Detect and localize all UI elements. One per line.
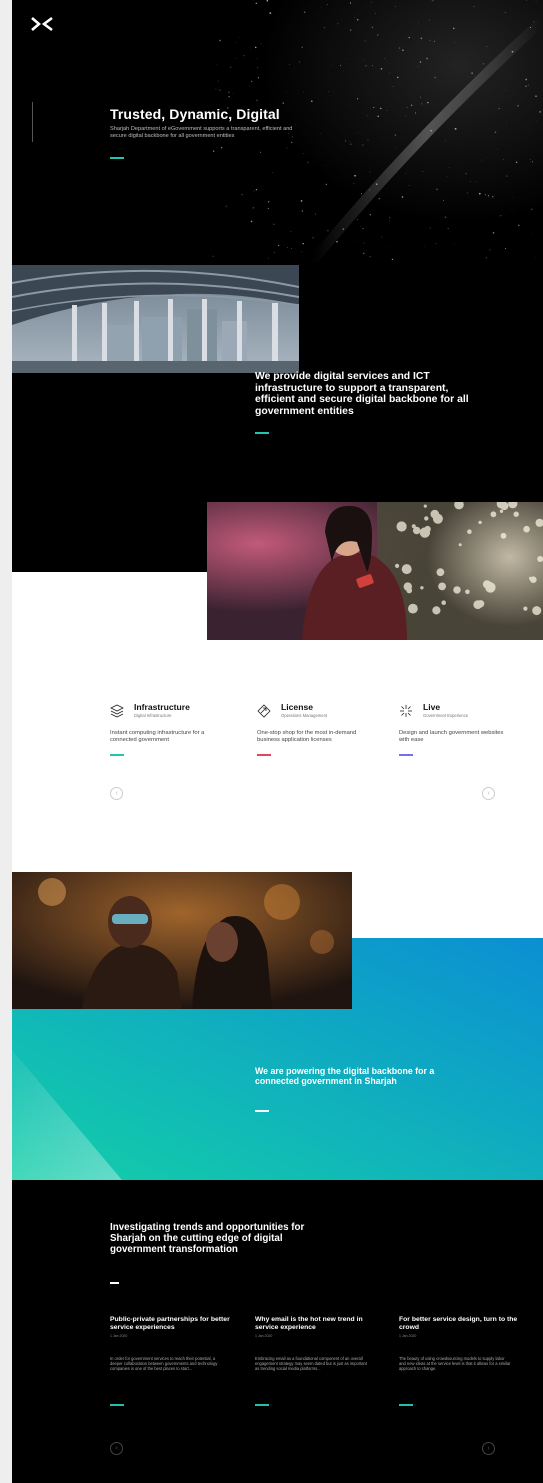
services-next-button[interactable]: › <box>482 787 495 800</box>
service-subtitle: Government Experience <box>423 713 469 718</box>
article-accent-bar <box>110 1404 124 1406</box>
trends-heading: Investigating trends and opportunities f… <box>110 1222 305 1255</box>
article-title[interactable]: Public-private partnerships for better s… <box>110 1316 235 1331</box>
trends-accent-bar <box>110 1282 119 1284</box>
about-statement: We provide digital services and ICT infr… <box>255 371 469 417</box>
hero-scroll-rule <box>32 102 33 142</box>
trends-prev-button[interactable]: ‹ <box>110 1442 123 1455</box>
article-card[interactable]: For better service design, turn to the c… <box>399 1316 524 1406</box>
service-accent-bar <box>110 754 124 756</box>
burst-icon <box>400 705 412 717</box>
people-with-vr-photo <box>12 872 352 1009</box>
article-excerpt: The beauty of using crowdsourcing models… <box>399 1356 511 1372</box>
service-description: One-stop shop for the most in-demand bus… <box>257 730 357 743</box>
hero-title: Trusted, Dynamic, Digital <box>110 106 280 122</box>
woman-with-phone-photo <box>207 502 543 640</box>
article-title[interactable]: For better service design, turn to the c… <box>399 1316 524 1331</box>
service-description: Design and launch government websites wi… <box>399 730 504 743</box>
mission-section: We are powering the digital backbone for… <box>12 870 543 1180</box>
service-title: Live <box>423 702 441 712</box>
mission-accent-bar <box>255 1110 269 1112</box>
layers-icon <box>110 704 124 718</box>
page: Trusted, Dynamic, Digital Sharjah Depart… <box>12 0 543 1483</box>
service-title: Infrastructure <box>134 702 190 712</box>
article-accent-bar <box>399 1404 413 1406</box>
article-card[interactable]: Public-private partnerships for better s… <box>110 1316 235 1406</box>
service-description: Instant computing infrastructure for a c… <box>110 730 205 743</box>
x-arrows-logo-icon[interactable] <box>31 16 53 32</box>
hero-subtitle: Sharjah Department of eGovernment suppor… <box>110 126 293 139</box>
trends-next-button[interactable]: › <box>482 1442 495 1455</box>
services-prev-button[interactable]: ‹ <box>110 787 123 800</box>
article-accent-bar <box>255 1404 269 1406</box>
service-title: License <box>281 702 314 712</box>
article-date: 1 Jan 2020 <box>110 1334 128 1339</box>
service-accent-bar <box>257 754 271 756</box>
chevron-right-icon: › <box>487 790 490 797</box>
chevron-left-icon: ‹ <box>115 790 118 797</box>
article-card[interactable]: Why email is the hot new trend in servic… <box>255 1316 380 1406</box>
article-title[interactable]: Why email is the hot new trend in servic… <box>255 1316 380 1331</box>
service-subtitle: Operations Management <box>281 713 328 718</box>
chevron-left-icon: ‹ <box>115 1445 118 1452</box>
mission-statement: We are powering the digital backbone for… <box>255 1066 435 1086</box>
building-interior-photo <box>12 265 299 373</box>
about-accent-bar <box>255 432 269 434</box>
diamond-arrows-icon <box>257 704 271 718</box>
article-date: 1 Jan 2020 <box>399 1334 417 1339</box>
hero-accent-bar <box>110 157 124 159</box>
service-subtitle: Digital Infrastructure <box>134 713 172 718</box>
article-excerpt: Embracing email as a foundational compon… <box>255 1356 367 1372</box>
hero-section: Trusted, Dynamic, Digital Sharjah Depart… <box>12 0 543 262</box>
trends-section: Investigating trends and opportunities f… <box>12 1180 543 1483</box>
article-excerpt: In order for government services to reac… <box>110 1356 218 1372</box>
article-date: 1 Jan 2020 <box>255 1334 273 1339</box>
service-accent-bar <box>399 754 413 756</box>
chevron-right-icon: › <box>487 1445 490 1452</box>
